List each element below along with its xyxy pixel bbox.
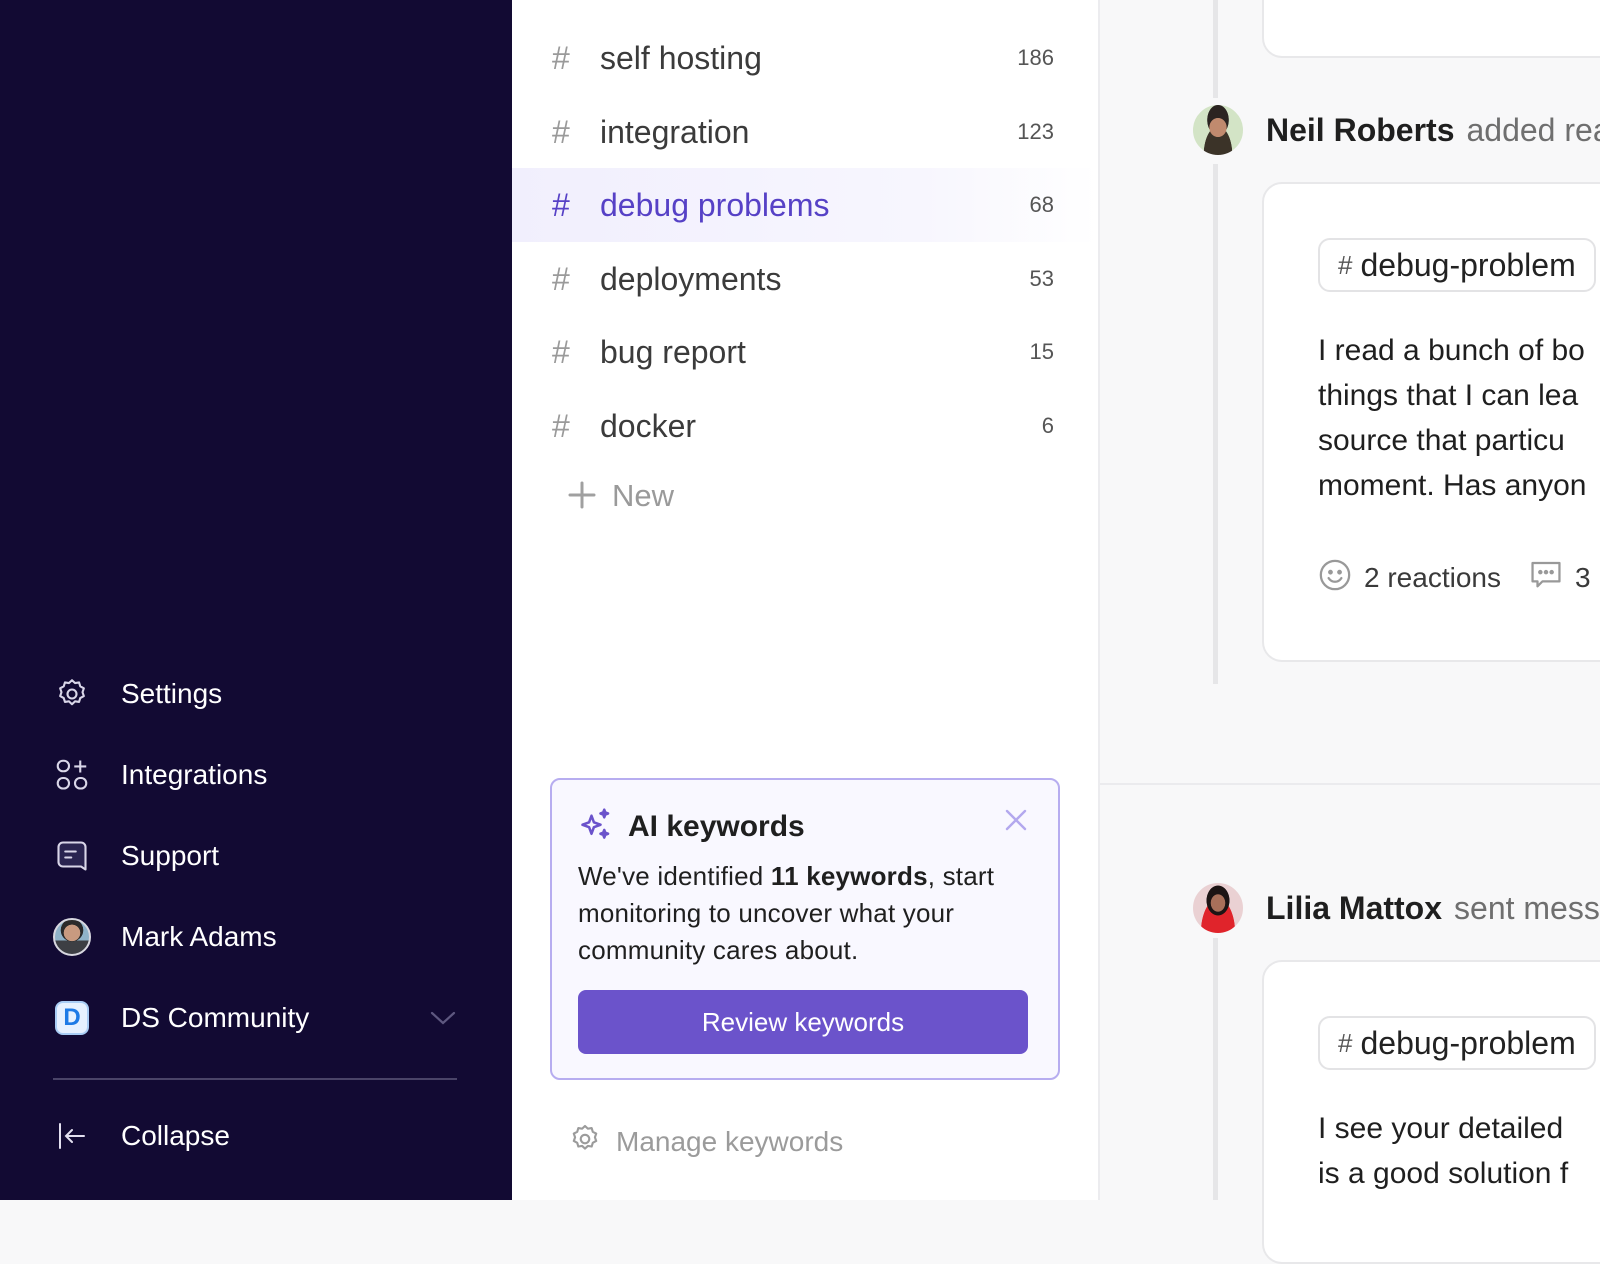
keyword-item-deployments[interactable]: # deployments 53 (512, 242, 1098, 316)
keyword-count: 6 (1041, 413, 1054, 438)
keyword-label: deployments (600, 260, 782, 297)
keywords-panel: # self hosting 186 # integration 123 # d… (512, 0, 1100, 1200)
keyword-item-self-hosting[interactable]: # self hosting 186 (512, 21, 1098, 95)
post-body: I read a bunch of bo things that I can l… (1318, 334, 1587, 502)
close-icon[interactable] (1004, 808, 1028, 837)
sidebar-item-label: Support (121, 840, 220, 871)
chat-bubble-icon (53, 837, 91, 875)
integrations-icon (53, 756, 91, 794)
channel-chip[interactable]: # debug-problem (1318, 1016, 1596, 1070)
keyword-label: integration (600, 113, 750, 150)
collapse-button[interactable]: Collapse (53, 1112, 230, 1160)
keyword-count: 68 (1029, 192, 1054, 217)
collapse-label: Collapse (121, 1120, 230, 1151)
sidebar-item-label: Settings (121, 678, 223, 709)
chevron-down-icon[interactable] (430, 1010, 456, 1031)
keyword-label: bug report (600, 333, 746, 370)
hash-icon: # (552, 39, 570, 76)
smiley-icon[interactable] (1318, 558, 1352, 597)
post-header: Neil Roberts added rea (1190, 102, 1600, 158)
keyword-label: debug problems (600, 186, 830, 223)
gear-icon (53, 675, 91, 713)
plus-icon (568, 476, 596, 516)
keyword-item-debug-problems[interactable]: # debug problems 68 (512, 168, 1098, 242)
reactions-count[interactable]: 2 reactions (1364, 562, 1501, 594)
hash-icon: # (552, 407, 570, 444)
hash-icon: # (1338, 249, 1353, 280)
sidebar-item-support[interactable]: Support (53, 832, 219, 880)
channel-chip[interactable]: # debug-problem (1318, 238, 1596, 292)
post-body: I see your detailed is a good solution f (1318, 1112, 1569, 1190)
workspace-badge: D (55, 1001, 89, 1035)
keyword-count: 15 (1029, 339, 1054, 364)
channel-label: debug-problem (1360, 1024, 1576, 1061)
keyword-count: 186 (1017, 45, 1054, 70)
keyword-item-docker[interactable]: # docker 6 (512, 389, 1098, 463)
keyword-count: 53 (1029, 266, 1054, 291)
keyword-label: self hosting (600, 39, 762, 76)
hash-icon: # (552, 260, 570, 297)
sidebar-item-label: Integrations (121, 759, 268, 790)
post-meta: 2 reactions 3 (1318, 558, 1600, 597)
avatar[interactable] (1190, 102, 1246, 158)
sidebar-item-integrations[interactable]: Integrations (53, 751, 267, 799)
sparkles-icon (578, 806, 614, 847)
feed-divider (1100, 783, 1600, 785)
sidebar-divider (53, 1078, 457, 1080)
workspace-switcher[interactable]: D DS Community (53, 994, 309, 1042)
keyword-item-bug-report[interactable]: # bug report 15 (512, 315, 1098, 389)
hash-icon: # (552, 186, 570, 223)
post-action: added rea (1466, 111, 1600, 148)
ai-card-title: AI keywords (628, 809, 805, 843)
gear-icon (568, 1122, 602, 1161)
post-header: Lilia Mattox sent mess (1190, 880, 1600, 936)
sidebar-item-label: Mark Adams (121, 921, 277, 952)
new-keyword-label: New (612, 478, 675, 513)
manage-keywords-label: Manage keywords (616, 1125, 844, 1157)
sidebar: Settings Integrations Support Mark Adams… (0, 0, 512, 1200)
timeline-line (1213, 164, 1218, 684)
keyword-count-highlight: 11 keywords (770, 861, 928, 891)
comment-icon[interactable] (1529, 558, 1563, 597)
hash-icon: # (552, 333, 570, 370)
review-keywords-button[interactable]: Review keywords (578, 990, 1028, 1054)
keyword-item-integration[interactable]: # integration 123 (512, 95, 1098, 169)
timeline-line (1213, 0, 1218, 98)
author-name[interactable]: Neil Roberts (1266, 112, 1454, 149)
author-name[interactable]: Lilia Mattox (1266, 890, 1442, 927)
keyword-label: docker (600, 407, 697, 444)
hash-icon: # (1338, 1027, 1353, 1058)
post-action: sent mess (1454, 889, 1600, 926)
manage-keywords-button[interactable]: Manage keywords (568, 1122, 843, 1161)
post-card[interactable]: # debug-problem I read a bunch of bo thi… (1262, 182, 1600, 662)
previous-post-card[interactable] (1262, 0, 1600, 58)
avatar (53, 918, 91, 956)
channel-label: debug-problem (1360, 246, 1576, 283)
sidebar-item-profile[interactable]: Mark Adams (53, 913, 277, 961)
ai-card-description: We've identified 11 keywords, start moni… (578, 861, 995, 965)
sidebar-item-label: DS Community (121, 1002, 310, 1033)
timeline-line (1213, 938, 1218, 1200)
collapse-arrow-icon (53, 1117, 91, 1155)
new-keyword-button[interactable]: New (568, 476, 674, 516)
post-card[interactable]: # debug-problem I see your detailed is a… (1262, 960, 1600, 1264)
comments-count[interactable]: 3 (1575, 562, 1591, 594)
avatar[interactable] (1190, 880, 1246, 936)
ai-keywords-card: AI keywords We've identified 11 keywords… (550, 778, 1060, 1080)
hash-icon: # (552, 113, 570, 150)
sidebar-item-settings[interactable]: Settings (53, 670, 222, 718)
keyword-count: 123 (1017, 119, 1054, 144)
activity-feed: Neil Roberts added rea # debug-problem I… (1100, 0, 1600, 1264)
